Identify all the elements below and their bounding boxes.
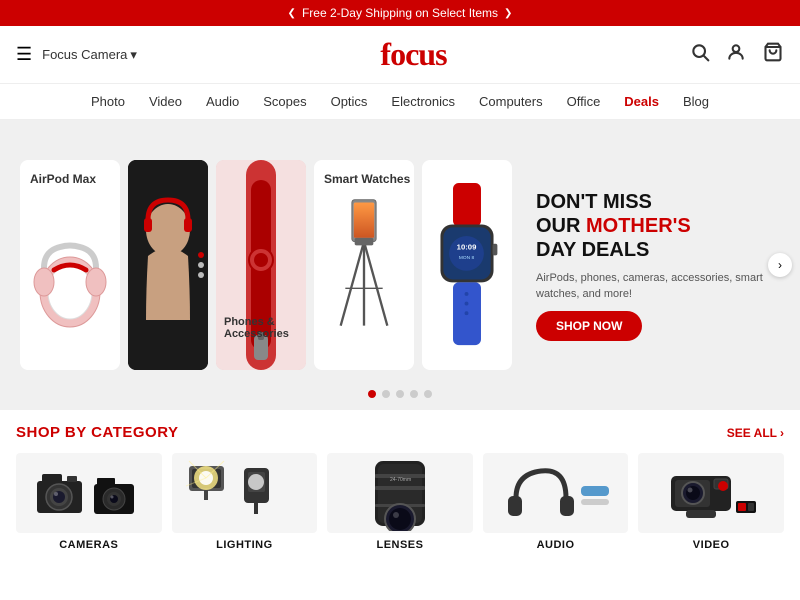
- lenses-image: 24-70mm: [327, 453, 473, 533]
- person-image: [128, 160, 208, 370]
- hero-dot-2[interactable]: [382, 390, 390, 398]
- audio-label: AUDIO: [537, 539, 575, 551]
- cameras-image: [16, 453, 162, 533]
- hero-dot-5[interactable]: [424, 390, 432, 398]
- category-item-lenses[interactable]: 24-70mm LENSES: [327, 453, 473, 551]
- store-chevron-icon: ▾: [130, 47, 137, 63]
- nav-item-scopes[interactable]: Scopes: [263, 94, 306, 109]
- category-grid: CAMERAS: [16, 453, 784, 551]
- store-selector[interactable]: Focus Camera ▾: [42, 47, 137, 63]
- nav-item-blog[interactable]: Blog: [683, 94, 709, 109]
- category-item-audio[interactable]: AUDIO: [483, 453, 629, 551]
- see-all-link[interactable]: SEE ALL ›: [727, 426, 784, 440]
- lenses-label: LENSES: [376, 539, 423, 551]
- main-nav: Photo Video Audio Scopes Optics Electron…: [0, 84, 800, 120]
- banner-text: Free 2-Day Shipping on Select Items: [302, 6, 498, 20]
- banner-right-arrow[interactable]: ❯: [504, 8, 512, 19]
- nav-item-deals[interactable]: Deals: [624, 94, 659, 109]
- hero-dots: [368, 390, 432, 398]
- phone-label: Phones & Accessories: [224, 316, 306, 340]
- hero-card-airpod[interactable]: AirPod Max: [20, 160, 120, 370]
- hero-next-arrow[interactable]: ›: [768, 253, 792, 277]
- cameras-label: CAMERAS: [59, 539, 118, 551]
- nav-item-computers[interactable]: Computers: [479, 94, 543, 109]
- user-icon[interactable]: [726, 42, 746, 68]
- promo-heading: DON'T MISS OUR MOTHER'S DAY DEALS: [536, 190, 764, 262]
- card-dot-2: [198, 262, 204, 268]
- category-item-video[interactable]: VIDEO: [638, 453, 784, 551]
- nav-item-office[interactable]: Office: [567, 94, 601, 109]
- hero-card-person: [128, 160, 208, 370]
- logo[interactable]: focus: [380, 36, 446, 73]
- header: ☰ Focus Camera ▾ focus: [0, 26, 800, 84]
- category-item-lighting[interactable]: LIGHTING: [172, 453, 318, 551]
- card-dot-3: [198, 272, 204, 278]
- hero-content: AirPod Max: [20, 160, 780, 370]
- audio-image: [483, 453, 629, 533]
- section-title: SHOP BY CATEGORY: [16, 424, 178, 441]
- see-all-arrow-icon: ›: [780, 426, 784, 440]
- hero-dot-4[interactable]: [410, 390, 418, 398]
- banner-left-arrow[interactable]: ❮: [288, 8, 296, 19]
- header-left: ☰ Focus Camera ▾: [16, 44, 137, 65]
- hero-card-smartwatch[interactable]: Smart Watches: [314, 160, 414, 370]
- promo-description: AirPods, phones, cameras, accessories, s…: [536, 270, 764, 303]
- tripod-image: [322, 168, 406, 362]
- airpod-image: [30, 232, 110, 362]
- video-image: [638, 453, 784, 533]
- smartwatch-label: Smart Watches: [324, 172, 410, 186]
- nav-item-photo[interactable]: Photo: [91, 94, 125, 109]
- hero-section: AirPod Max: [0, 120, 800, 410]
- svg-text:24-70mm: 24-70mm: [390, 477, 411, 483]
- lighting-label: LIGHTING: [216, 539, 273, 551]
- hero-dot-3[interactable]: [396, 390, 404, 398]
- hero-card-phone[interactable]: Phones & Accessories: [216, 160, 306, 370]
- svg-text:MON 8: MON 8: [459, 255, 475, 261]
- promo-text-block: DON'T MISS OUR MOTHER'S DAY DEALS AirPod…: [520, 180, 780, 351]
- watch-image: 10:09 MON 8: [426, 164, 508, 366]
- nav-item-electronics[interactable]: Electronics: [391, 94, 455, 109]
- hero-dot-1[interactable]: [368, 390, 376, 398]
- nav-item-optics[interactable]: Optics: [331, 94, 368, 109]
- card-nav-dots: [198, 252, 204, 278]
- cart-icon[interactable]: [762, 42, 784, 68]
- shop-now-button[interactable]: SHOP NOW: [536, 311, 642, 341]
- video-label: VIDEO: [693, 539, 730, 551]
- card-dot-1: [198, 252, 204, 258]
- store-name-label: Focus Camera: [42, 47, 127, 62]
- lighting-image: [172, 453, 318, 533]
- category-section: SHOP BY CATEGORY SEE ALL ›: [0, 410, 800, 559]
- header-icons: [690, 42, 784, 68]
- hero-card-watch-big[interactable]: 10:09 MON 8: [422, 160, 512, 370]
- airpod-label: AirPod Max: [30, 172, 96, 186]
- category-item-cameras[interactable]: CAMERAS: [16, 453, 162, 551]
- nav-item-video[interactable]: Video: [149, 94, 182, 109]
- section-header: SHOP BY CATEGORY SEE ALL ›: [16, 424, 784, 441]
- top-banner: ❮ Free 2-Day Shipping on Select Items ❯: [0, 0, 800, 26]
- svg-text:10:09: 10:09: [457, 243, 477, 252]
- nav-item-audio[interactable]: Audio: [206, 94, 239, 109]
- search-icon[interactable]: [690, 42, 710, 68]
- hamburger-menu[interactable]: ☰: [16, 44, 32, 65]
